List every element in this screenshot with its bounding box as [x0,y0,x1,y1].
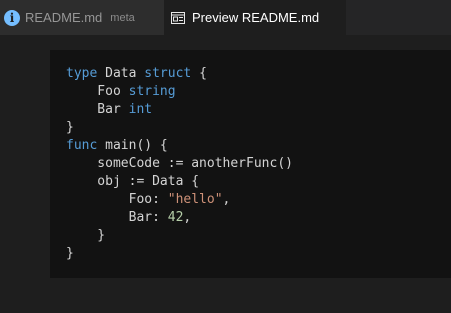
code-token: func [66,138,98,153]
code-line: } [66,119,451,137]
code-block: type Data struct { Foo string Bar int} fu… [50,50,451,278]
code-token: Data [97,66,145,81]
code-token: Foo: [66,192,168,207]
tab-readme[interactable]: i README.md meta [0,0,164,35]
code-token: , [222,192,231,207]
code-token: string [128,84,176,99]
preview-icon [170,10,186,26]
code-line: someCode := anotherFunc() [66,155,451,173]
code-line: } [66,245,451,263]
code-token: Bar [66,102,129,117]
code-token: , [183,210,192,225]
info-icon: i [4,9,20,26]
tab-preview-readme[interactable]: Preview README.md [164,0,346,35]
code-token: type [66,66,98,81]
code-line: obj := Data { [66,173,451,191]
code-token: 42 [167,210,184,225]
code-token: } [66,246,74,261]
code-token: Bar: [66,210,168,225]
code-token: } [66,228,106,243]
code-token: } [66,120,74,135]
tab-readme-label: README.md [25,10,103,25]
code-line: Foo string [66,83,451,101]
code-line: func main() { [66,137,451,155]
code-token: "hello" [167,192,223,207]
code-line: type Data struct { [66,65,451,83]
code-line: Foo: "hello", [66,191,451,209]
editor-tab-bar: i README.md meta Preview README.md [0,0,451,35]
code-line: Bar: 42, [66,209,451,227]
code-token: obj := Data { [66,174,200,189]
tab-preview-label: Preview README.md [192,10,320,25]
tab-readme-meta: meta [110,11,135,24]
code-token: main() { [97,138,168,153]
code-token: struct [144,66,192,81]
code-line: } [66,227,451,245]
code-token: { [191,66,207,81]
code-token: Foo [66,84,129,99]
code-line: Bar int [66,101,451,119]
code-token: someCode := anotherFunc() [66,156,293,171]
code-token: int [128,102,153,117]
